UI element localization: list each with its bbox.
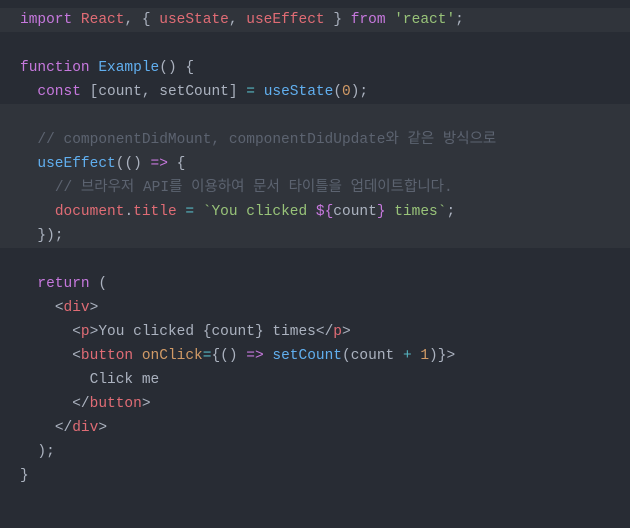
token-function: Example: [98, 60, 159, 76]
token-var: count: [98, 84, 142, 100]
code-line-highlight: import React, { useState, useEffect } fr…: [0, 8, 630, 32]
token-punct: (): [124, 156, 141, 172]
token-interp: }: [377, 204, 386, 220]
token-operator: +: [403, 348, 412, 364]
token-import: useEffect: [246, 12, 324, 28]
token-punct: {: [185, 60, 194, 76]
token-punct: ;: [446, 204, 455, 220]
token-var: setCount: [159, 84, 229, 100]
token-punct: {: [211, 348, 220, 364]
token-punct: {: [177, 156, 186, 172]
token-punct: </: [316, 324, 333, 340]
token-punct: ,: [229, 12, 238, 28]
token-punct: >: [446, 348, 455, 364]
token-punct: }: [255, 324, 264, 340]
token-function: useState: [264, 84, 334, 100]
token-keyword: from: [351, 12, 386, 28]
token-jsx-tag: p: [333, 324, 342, 340]
token-keyword: import: [20, 12, 72, 28]
token-punct: ,: [124, 12, 133, 28]
token-text: times: [264, 324, 316, 340]
token-punct: });: [37, 228, 63, 244]
token-jsx-tag: div: [64, 300, 90, 316]
token-jsx-tag: button: [90, 396, 142, 412]
token-arrow: =>: [246, 348, 263, 364]
token-punct: </: [72, 396, 89, 412]
token-var: count: [333, 204, 377, 220]
token-comment: // componentDidMount, componentDidUpdate…: [37, 132, 496, 148]
token-number: 0: [342, 84, 351, 100]
token-string: 'react': [394, 12, 455, 28]
token-punct: >: [90, 300, 99, 316]
token-property: title: [133, 204, 177, 220]
token-punct: <: [72, 348, 81, 364]
token-punct: }: [333, 12, 342, 28]
token-string: You clicked: [211, 204, 315, 220]
token-keyword: return: [37, 276, 89, 292]
token-punct: ): [429, 348, 438, 364]
code-block: import React, { useState, useEffect } fr…: [0, 8, 630, 488]
token-jsx-tag: p: [81, 324, 90, 340]
token-text: You clicked: [98, 324, 202, 340]
token-keyword: const: [37, 84, 81, 100]
token-comment: // 브라우저 API를 이용하여 문서 타이틀을 업데이트합니다.: [55, 180, 453, 196]
token-punct: >: [342, 324, 351, 340]
token-punct: {: [142, 12, 151, 28]
token-punct: <: [72, 324, 81, 340]
token-module: React: [81, 12, 125, 28]
token-punct: >: [98, 420, 107, 436]
token-var: count: [351, 348, 395, 364]
token-punct: (: [333, 84, 342, 100]
token-interp: ${: [316, 204, 333, 220]
token-number: 1: [420, 348, 429, 364]
token-punct: }: [20, 468, 29, 484]
token-punct: ;: [359, 84, 368, 100]
token-punct: (: [98, 276, 107, 292]
token-text: Click me: [90, 372, 160, 388]
token-arrow: =>: [151, 156, 168, 172]
token-punct: </: [55, 420, 72, 436]
token-string: times: [386, 204, 438, 220]
token-jsx-attr: onClick: [142, 348, 203, 364]
token-jsx-tag: div: [72, 420, 98, 436]
token-punct: ,: [142, 84, 151, 100]
token-punct: );: [37, 444, 54, 460]
token-punct: ;: [455, 12, 464, 28]
token-import: useState: [159, 12, 229, 28]
token-jsx-tag: button: [81, 348, 133, 364]
token-operator: =: [246, 84, 255, 100]
token-object: document: [55, 204, 125, 220]
token-operator: =: [185, 204, 194, 220]
token-punct: (): [220, 348, 237, 364]
token-punct: ]: [229, 84, 238, 100]
code-line-highlight: // componentDidMount, componentDidUpdate…: [0, 104, 630, 248]
token-keyword: function: [20, 60, 90, 76]
token-function: setCount: [272, 348, 342, 364]
token-punct: .: [124, 204, 133, 220]
token-var: count: [211, 324, 255, 340]
token-punct: (: [342, 348, 351, 364]
token-punct: (): [159, 60, 176, 76]
token-punct: <: [55, 300, 64, 316]
token-function: useEffect: [37, 156, 115, 172]
token-punct: >: [142, 396, 151, 412]
